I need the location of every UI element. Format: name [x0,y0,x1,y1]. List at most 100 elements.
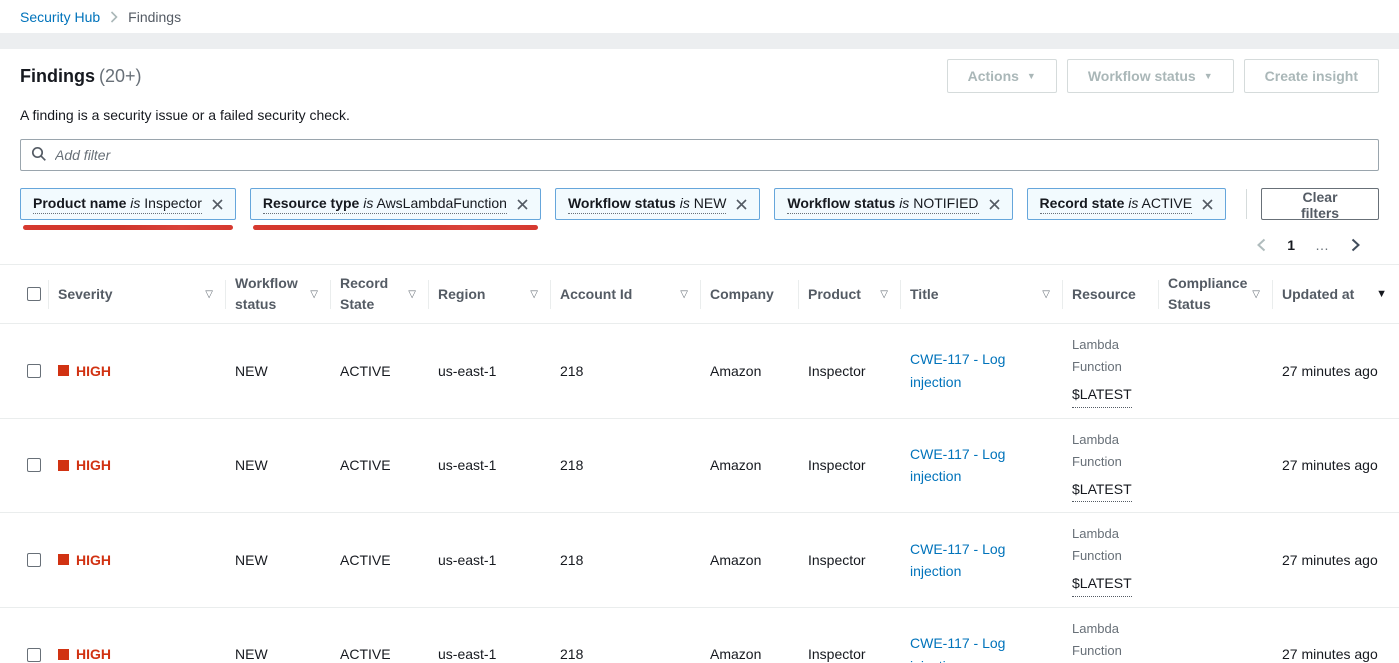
resource-id-tooltip-trigger[interactable]: $LATEST [1072,478,1132,502]
compliance-status-cell [1158,513,1272,607]
finding-title-link[interactable]: CWE-117 - Log injection [910,538,1052,583]
column-header[interactable]: Title ▽ [900,265,1062,323]
table-row: HIGH NEW ACTIVE us-east-1 218 Amazon Ins… [0,419,1399,514]
resource-type-text: Lambda Function [1072,618,1148,662]
row-checkbox[interactable] [27,553,41,567]
column-header-label: Severity [58,284,112,305]
row-checkbox[interactable] [27,364,41,378]
select-all-checkbox[interactable] [27,287,41,301]
filter-token-value: NOTIFIED [913,195,978,211]
severity-badge: HIGH [58,454,111,476]
remove-filter-icon[interactable] [1202,199,1213,210]
filter-token-label: Record state is ACTIVE [1040,195,1193,214]
remove-filter-icon[interactable] [736,199,747,210]
resource-cell: Lambda Function $LATEST [1062,324,1158,418]
column-header[interactable]: Compliance Status ▽ [1158,265,1272,323]
actions-dropdown-button[interactable]: Actions ▼ [947,59,1057,93]
sort-icon[interactable]: ▽ [880,289,888,300]
sort-icon[interactable]: ▽ [205,289,213,300]
severity-value: HIGH [76,454,111,476]
column-header[interactable]: Workflow status ▽ [225,265,330,323]
remove-filter-icon[interactable] [989,199,1000,210]
remove-filter-icon[interactable] [212,199,223,210]
chevron-right-icon [110,11,118,23]
resource-cell: Lambda Function $LATEST [1062,608,1158,663]
column-header[interactable]: Updated at ▼ [1272,265,1399,323]
sort-icon[interactable]: ▽ [310,289,318,300]
caret-down-icon: ▼ [1204,72,1213,81]
workflow-status-cell: NEW [225,324,330,418]
filter-token-value: ACTIVE [1142,195,1193,211]
filter-token[interactable]: Product name is Inspector [20,188,236,220]
column-header-label: Workflow status [235,273,306,315]
column-header-label: Resource [1072,284,1136,305]
resource-id-tooltip-trigger[interactable]: $LATEST [1072,572,1132,596]
table-body: HIGH NEW ACTIVE us-east-1 218 Amazon Ins… [0,324,1399,663]
filter-token-operator: is [130,195,140,211]
record-state-cell: ACTIVE [330,513,428,607]
region-cell: us-east-1 [428,324,550,418]
pagination-page-1[interactable]: 1 [1287,237,1295,253]
pagination-next-icon[interactable] [1350,238,1361,252]
column-header[interactable]: Severity ▽ [48,265,225,323]
column-header[interactable]: Region ▽ [428,265,550,323]
page-header: Findings(20+) Actions ▼ Workflow status … [20,59,1379,93]
filter-token-value: AwsLambdaFunction [376,195,506,211]
filter-token[interactable]: Record state is ACTIVE [1027,188,1227,220]
updated-at-cell: 27 minutes ago [1272,608,1399,663]
resource-id-tooltip-trigger[interactable]: $LATEST [1072,383,1132,407]
column-header-label: Title [910,284,939,305]
filter-token[interactable]: Resource type is AwsLambdaFunction [250,188,541,220]
column-header[interactable]: Resource [1062,265,1158,323]
add-filter-input[interactable] [55,147,1368,163]
company-cell: Amazon [700,608,798,663]
table-row: HIGH NEW ACTIVE us-east-1 218 Amazon Ins… [0,513,1399,608]
filter-search-box [20,139,1379,171]
filter-token-field: Workflow status [787,195,895,211]
product-cell: Inspector [798,419,900,513]
row-checkbox[interactable] [27,458,41,472]
pagination-ellipsis: … [1315,237,1330,253]
column-header[interactable]: Account Id ▽ [550,265,700,323]
create-insight-button[interactable]: Create insight [1244,59,1379,93]
sort-icon[interactable]: ▽ [1252,289,1260,300]
annotation-red-underline [23,225,233,230]
annotation-red-underline [253,225,538,230]
page-description: A finding is a security issue or a faile… [20,107,1379,123]
pagination: 1 … [20,232,1379,258]
select-all-header-cell [0,265,48,323]
severity-badge: HIGH [58,643,111,663]
sort-icon[interactable]: ▼ [1376,288,1387,300]
filter-token-label: Workflow status is NEW [568,195,726,214]
column-header[interactable]: Product ▽ [798,265,900,323]
finding-title-link[interactable]: CWE-117 - Log injection [910,632,1052,663]
pagination-previous-icon[interactable] [1256,238,1267,252]
sort-icon[interactable]: ▽ [530,289,538,300]
finding-title-link[interactable]: CWE-117 - Log injection [910,348,1052,393]
search-icon [31,146,47,165]
row-checkbox[interactable] [27,648,41,662]
remove-filter-icon[interactable] [517,199,528,210]
filter-token[interactable]: Workflow status is NEW [555,188,760,220]
table-row: HIGH NEW ACTIVE us-east-1 218 Amazon Ins… [0,324,1399,419]
column-header[interactable]: Company [700,265,798,323]
severity-high-icon [58,554,69,565]
sort-icon[interactable]: ▽ [1042,289,1050,300]
finding-title-link[interactable]: CWE-117 - Log injection [910,443,1052,488]
column-header-label: Region [438,284,485,305]
sort-icon[interactable]: ▽ [680,289,688,300]
sort-icon[interactable]: ▽ [408,289,416,300]
workflow-status-dropdown-button[interactable]: Workflow status ▼ [1067,59,1234,93]
filter-token-field: Product name [33,195,126,211]
resource-cell: Lambda Function $LATEST [1062,419,1158,513]
company-cell: Amazon [700,513,798,607]
account-id-cell: 218 [550,419,700,513]
clear-filters-button[interactable]: Clear filters [1261,188,1379,220]
record-state-cell: ACTIVE [330,324,428,418]
workflow-status-cell: NEW [225,608,330,663]
column-header[interactable]: Record State ▽ [330,265,428,323]
table-row: HIGH NEW ACTIVE us-east-1 218 Amazon Ins… [0,608,1399,663]
breadcrumb-link-security-hub[interactable]: Security Hub [20,9,100,25]
column-header-label: Compliance Status [1168,273,1248,315]
filter-token[interactable]: Workflow status is NOTIFIED [774,188,1012,220]
